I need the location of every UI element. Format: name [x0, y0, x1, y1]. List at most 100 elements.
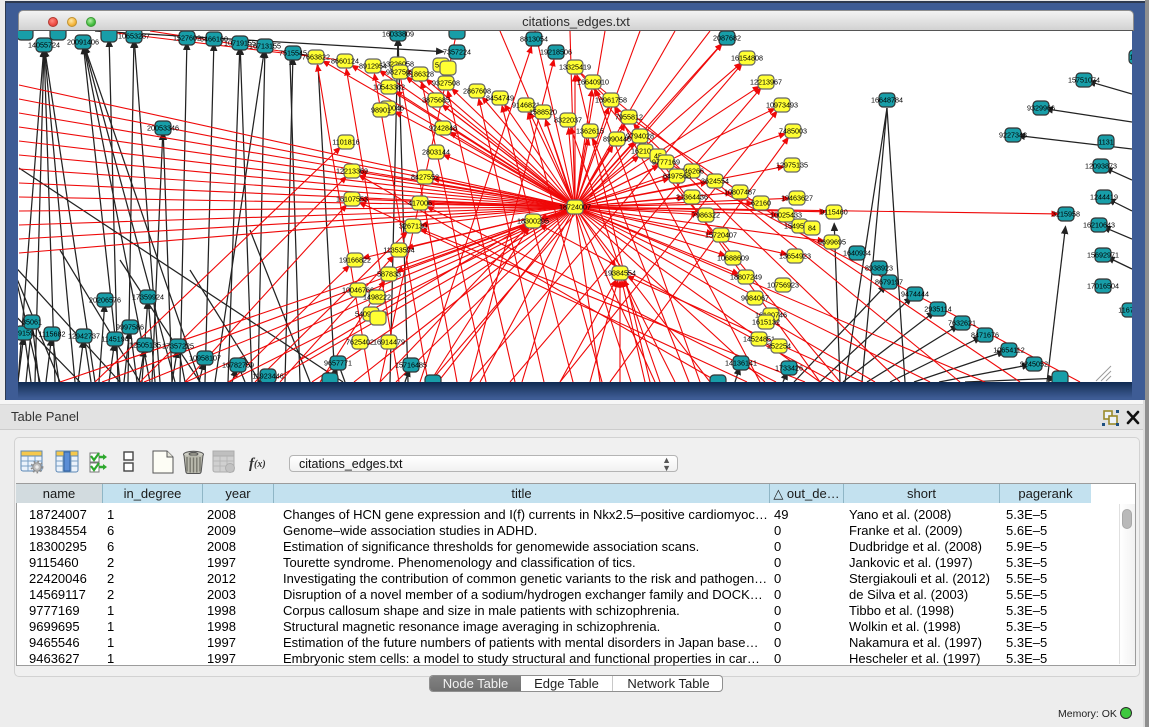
svg-text:15692971: 15692971	[1087, 250, 1119, 259]
svg-text:6497568: 6497568	[663, 171, 691, 180]
svg-text:8813054: 8813054	[520, 34, 548, 43]
svg-text:12093873: 12093873	[1085, 161, 1117, 170]
svg-text:12942737: 12942737	[68, 331, 100, 340]
svg-text:3215958: 3215958	[1052, 209, 1080, 218]
svg-text:9699695: 9699695	[818, 237, 846, 246]
svg-text:1244419: 1244419	[1090, 192, 1118, 201]
svg-text:9474444: 9474444	[901, 289, 929, 298]
svg-text:1117: 1117	[1130, 52, 1132, 61]
svg-text:1733426: 1733426	[775, 363, 803, 372]
svg-text:8679197: 8679197	[875, 277, 903, 286]
svg-text:10958107: 10958107	[189, 353, 221, 362]
svg-text:7955812: 7955812	[615, 112, 643, 121]
svg-text:8322037: 8322037	[554, 115, 582, 124]
svg-text:18807249: 18807249	[730, 272, 762, 281]
svg-text:9084067: 9084067	[741, 293, 769, 302]
svg-text:11923446: 11923446	[252, 371, 283, 380]
svg-text:17359924: 17359924	[132, 292, 164, 301]
svg-text:7357224: 7357224	[443, 47, 471, 56]
svg-text:39159: 39159	[18, 328, 34, 337]
svg-text:14136141: 14136141	[725, 358, 757, 367]
svg-text:8186328: 8186328	[406, 69, 434, 78]
svg-text:16914479: 16914479	[373, 337, 405, 346]
svg-text:10688609: 10688609	[717, 253, 749, 262]
svg-text:10807487: 10807487	[724, 187, 756, 196]
svg-text:1145194: 1145194	[101, 334, 128, 343]
svg-text:15751074: 15751074	[1068, 75, 1100, 84]
svg-text:18300295: 18300295	[517, 216, 549, 225]
svg-text:9794028: 9794028	[626, 131, 654, 140]
svg-text:3875685: 3875685	[422, 95, 450, 104]
svg-text:(x): (x)	[254, 459, 266, 470]
svg-text:2087682: 2087682	[713, 33, 741, 42]
svg-text:7625402: 7625402	[346, 337, 374, 346]
svg-text:16640910: 16640910	[577, 77, 609, 86]
svg-text:587833: 587833	[377, 269, 401, 278]
svg-text:16154808: 16154808	[731, 53, 763, 62]
svg-text:1115682: 1115682	[39, 329, 66, 338]
svg-text:19166822: 19166822	[339, 255, 371, 264]
svg-text:10654112: 10654112	[993, 345, 1024, 354]
svg-text:11353594: 11353594	[383, 245, 414, 254]
svg-text:116753: 116753	[1118, 305, 1132, 314]
svg-text:16033809: 16033809	[382, 31, 414, 38]
svg-text:21364436: 21364436	[676, 192, 708, 201]
svg-text:20053346: 20053346	[147, 123, 179, 132]
svg-text:7663822: 7663822	[302, 52, 330, 61]
svg-text:98901: 98901	[371, 105, 391, 114]
svg-text:10025433: 10025433	[770, 210, 802, 219]
svg-text:9227343: 9227343	[999, 130, 1027, 139]
svg-text:16107553: 16107553	[336, 194, 368, 203]
svg-text:3267130: 3267130	[399, 221, 427, 230]
svg-text:35061: 35061	[22, 317, 42, 326]
svg-text:1588520: 1588520	[529, 107, 557, 116]
svg-text:10653287: 10653287	[118, 31, 150, 40]
svg-text:10543382: 10543382	[373, 82, 405, 91]
svg-text:2803144: 2803144	[422, 147, 450, 156]
svg-text:16210643: 16210643	[1083, 220, 1115, 229]
svg-text:9997586: 9997586	[116, 322, 144, 331]
svg-text:19218506: 19218506	[540, 47, 572, 56]
svg-text:2935114: 2935114	[924, 304, 951, 313]
svg-text:20206576: 20206576	[89, 295, 121, 304]
svg-text:1498222: 1498222	[363, 292, 391, 301]
svg-text:8471676: 8471676	[971, 330, 999, 339]
svg-text:16961758: 16961758	[595, 95, 627, 104]
svg-text:417006: 417006	[408, 198, 432, 207]
svg-text:9329966: 9329966	[1027, 103, 1055, 112]
svg-text:15720407: 15720407	[705, 230, 737, 239]
svg-text:1362615: 1362615	[576, 126, 604, 135]
svg-text:1615132: 1615132	[752, 317, 780, 326]
svg-text:1131: 1131	[1098, 137, 1113, 146]
svg-text:18724007: 18724007	[559, 202, 591, 211]
svg-text:12213369: 12213369	[336, 166, 368, 175]
svg-text:17016504: 17016504	[1087, 281, 1119, 290]
svg-text:8660124: 8660124	[331, 56, 359, 65]
svg-text:8427552: 8427552	[411, 172, 439, 181]
svg-text:13325419: 13325419	[559, 62, 591, 71]
svg-text:17357225: 17357225	[162, 341, 194, 350]
svg-text:9245052: 9245052	[1020, 359, 1048, 368]
svg-text:20091406: 20091406	[67, 37, 99, 46]
svg-text:12505135: 12505135	[129, 340, 161, 349]
svg-text:7485003: 7485003	[779, 126, 807, 135]
svg-text:16713155: 16713155	[249, 41, 281, 50]
svg-text:19384554: 19384554	[604, 268, 636, 277]
svg-text:12213967: 12213967	[750, 77, 782, 86]
svg-text:12975135: 12975135	[776, 160, 808, 169]
svg-text:9657771: 9657771	[324, 358, 352, 367]
svg-text:9115460: 9115460	[820, 207, 847, 216]
svg-text:13654923: 13654923	[779, 251, 811, 260]
svg-text:3624554: 3624554	[701, 176, 729, 185]
svg-text:1527602: 1527602	[173, 33, 201, 42]
svg-text:9242848: 9242848	[429, 123, 457, 132]
svg-text:8454749: 8454749	[486, 93, 514, 102]
svg-text:10756923: 10756923	[767, 280, 799, 289]
svg-text:8938923: 8938923	[865, 263, 893, 272]
svg-text:7632621: 7632621	[948, 318, 976, 327]
svg-text:15716485: 15716485	[395, 360, 427, 369]
svg-text:14055724: 14055724	[28, 40, 60, 49]
svg-text:1640934: 1640934	[843, 248, 871, 257]
svg-text:19463627: 19463627	[781, 193, 813, 202]
svg-text:10973493: 10973493	[766, 100, 798, 109]
